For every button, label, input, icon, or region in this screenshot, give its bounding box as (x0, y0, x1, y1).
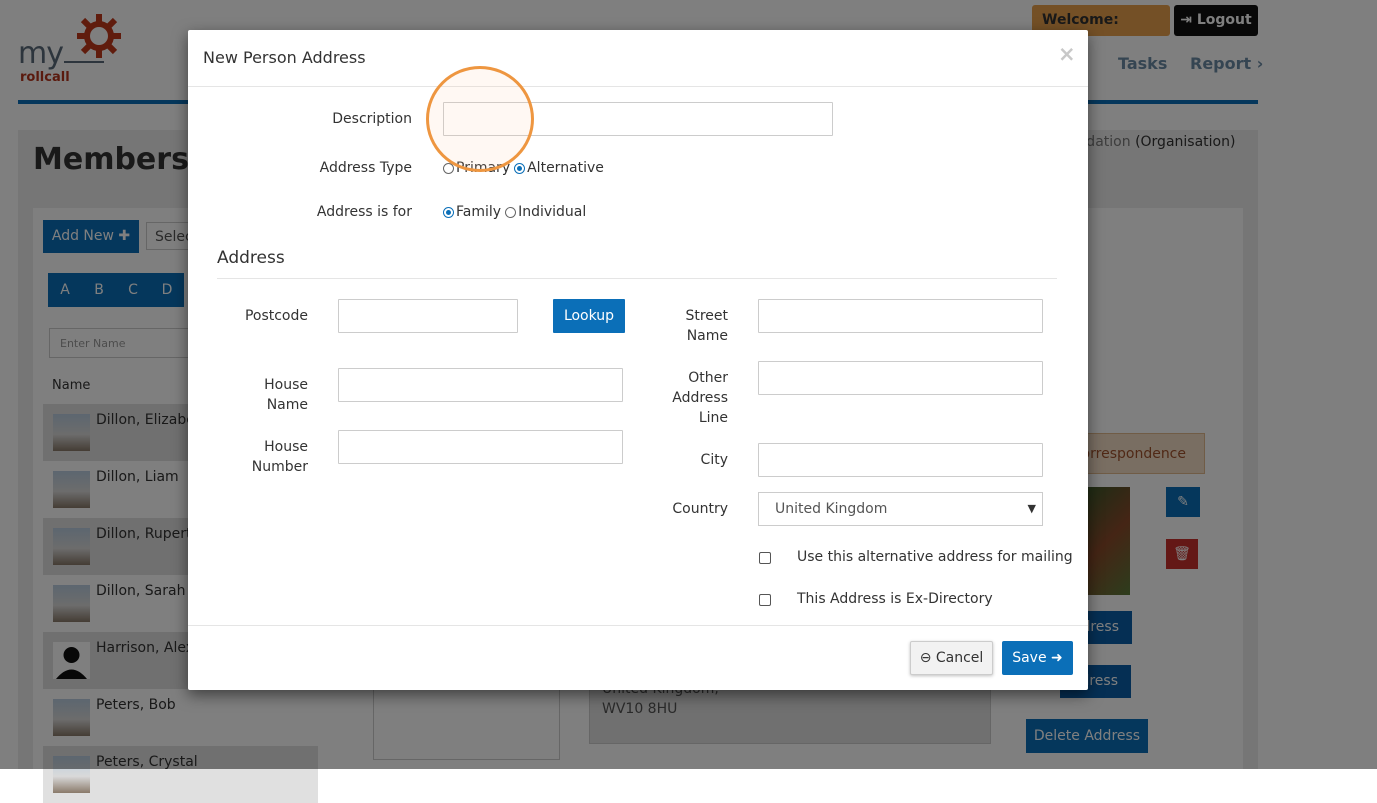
other-address-line-input[interactable] (758, 361, 1043, 395)
radio-alternative-label: Alternative (527, 160, 604, 176)
chevron-down-icon: ▼ (1027, 502, 1036, 515)
house-name-input[interactable] (338, 368, 623, 402)
country-select[interactable]: United Kingdom ▼ (758, 492, 1043, 526)
mailing-checkbox-label: Use this alternative address for mailing (797, 549, 1073, 565)
cancel-label: Cancel (935, 650, 984, 666)
street-name-label: Street Name (685, 308, 728, 344)
address-for-radios: Family Individual (443, 204, 586, 220)
radio-family[interactable] (443, 206, 454, 218)
mailing-checkbox[interactable] (759, 552, 771, 564)
save-button[interactable]: Save ➜ (1002, 641, 1073, 675)
radio-individual[interactable] (505, 206, 517, 218)
house-number-label: House Number (251, 439, 308, 475)
city-input[interactable] (758, 443, 1043, 477)
country-select-value: United Kingdom (775, 501, 888, 517)
description-label: Description (332, 111, 412, 127)
radio-family-label: Family (456, 204, 502, 220)
house-number-input[interactable] (338, 430, 623, 464)
postcode-input[interactable] (338, 299, 518, 333)
exdirectory-checkbox[interactable] (759, 594, 771, 606)
radio-alternative[interactable] (514, 162, 526, 174)
section-divider (217, 278, 1057, 279)
radio-primary[interactable] (443, 162, 454, 174)
cancel-button[interactable]: ⊖ Cancel (910, 641, 993, 675)
radio-individual-label: Individual (518, 204, 587, 220)
address-type-label: Address Type (319, 160, 412, 176)
new-person-address-modal: New Person Address × Description Address… (188, 30, 1088, 690)
exdirectory-checkbox-label: This Address is Ex-Directory (797, 591, 993, 607)
lookup-button[interactable]: Lookup (553, 299, 625, 333)
modal-title: New Person Address (203, 48, 366, 67)
address-for-label: Address is for (316, 204, 412, 220)
address-section-title: Address (217, 248, 285, 268)
street-name-input[interactable] (758, 299, 1043, 333)
close-icon[interactable]: × (1058, 42, 1076, 66)
arrow-right-circle-icon: ➜ (1051, 650, 1063, 666)
city-label: City (700, 452, 728, 468)
modal-footer-divider (188, 625, 1088, 626)
cancel-icon: ⊖ (919, 650, 932, 666)
postcode-label: Postcode (244, 308, 308, 324)
radio-primary-label: Primary (456, 160, 511, 176)
other-address-line-label: Other Address Line (672, 370, 728, 426)
address-type-radios: Primary Alternative (443, 160, 604, 176)
house-name-label: House Name (264, 377, 308, 413)
description-input[interactable] (443, 102, 833, 136)
modal-header: New Person Address × (188, 30, 1088, 87)
save-label: Save (1012, 650, 1047, 666)
country-label: Country (672, 501, 728, 517)
